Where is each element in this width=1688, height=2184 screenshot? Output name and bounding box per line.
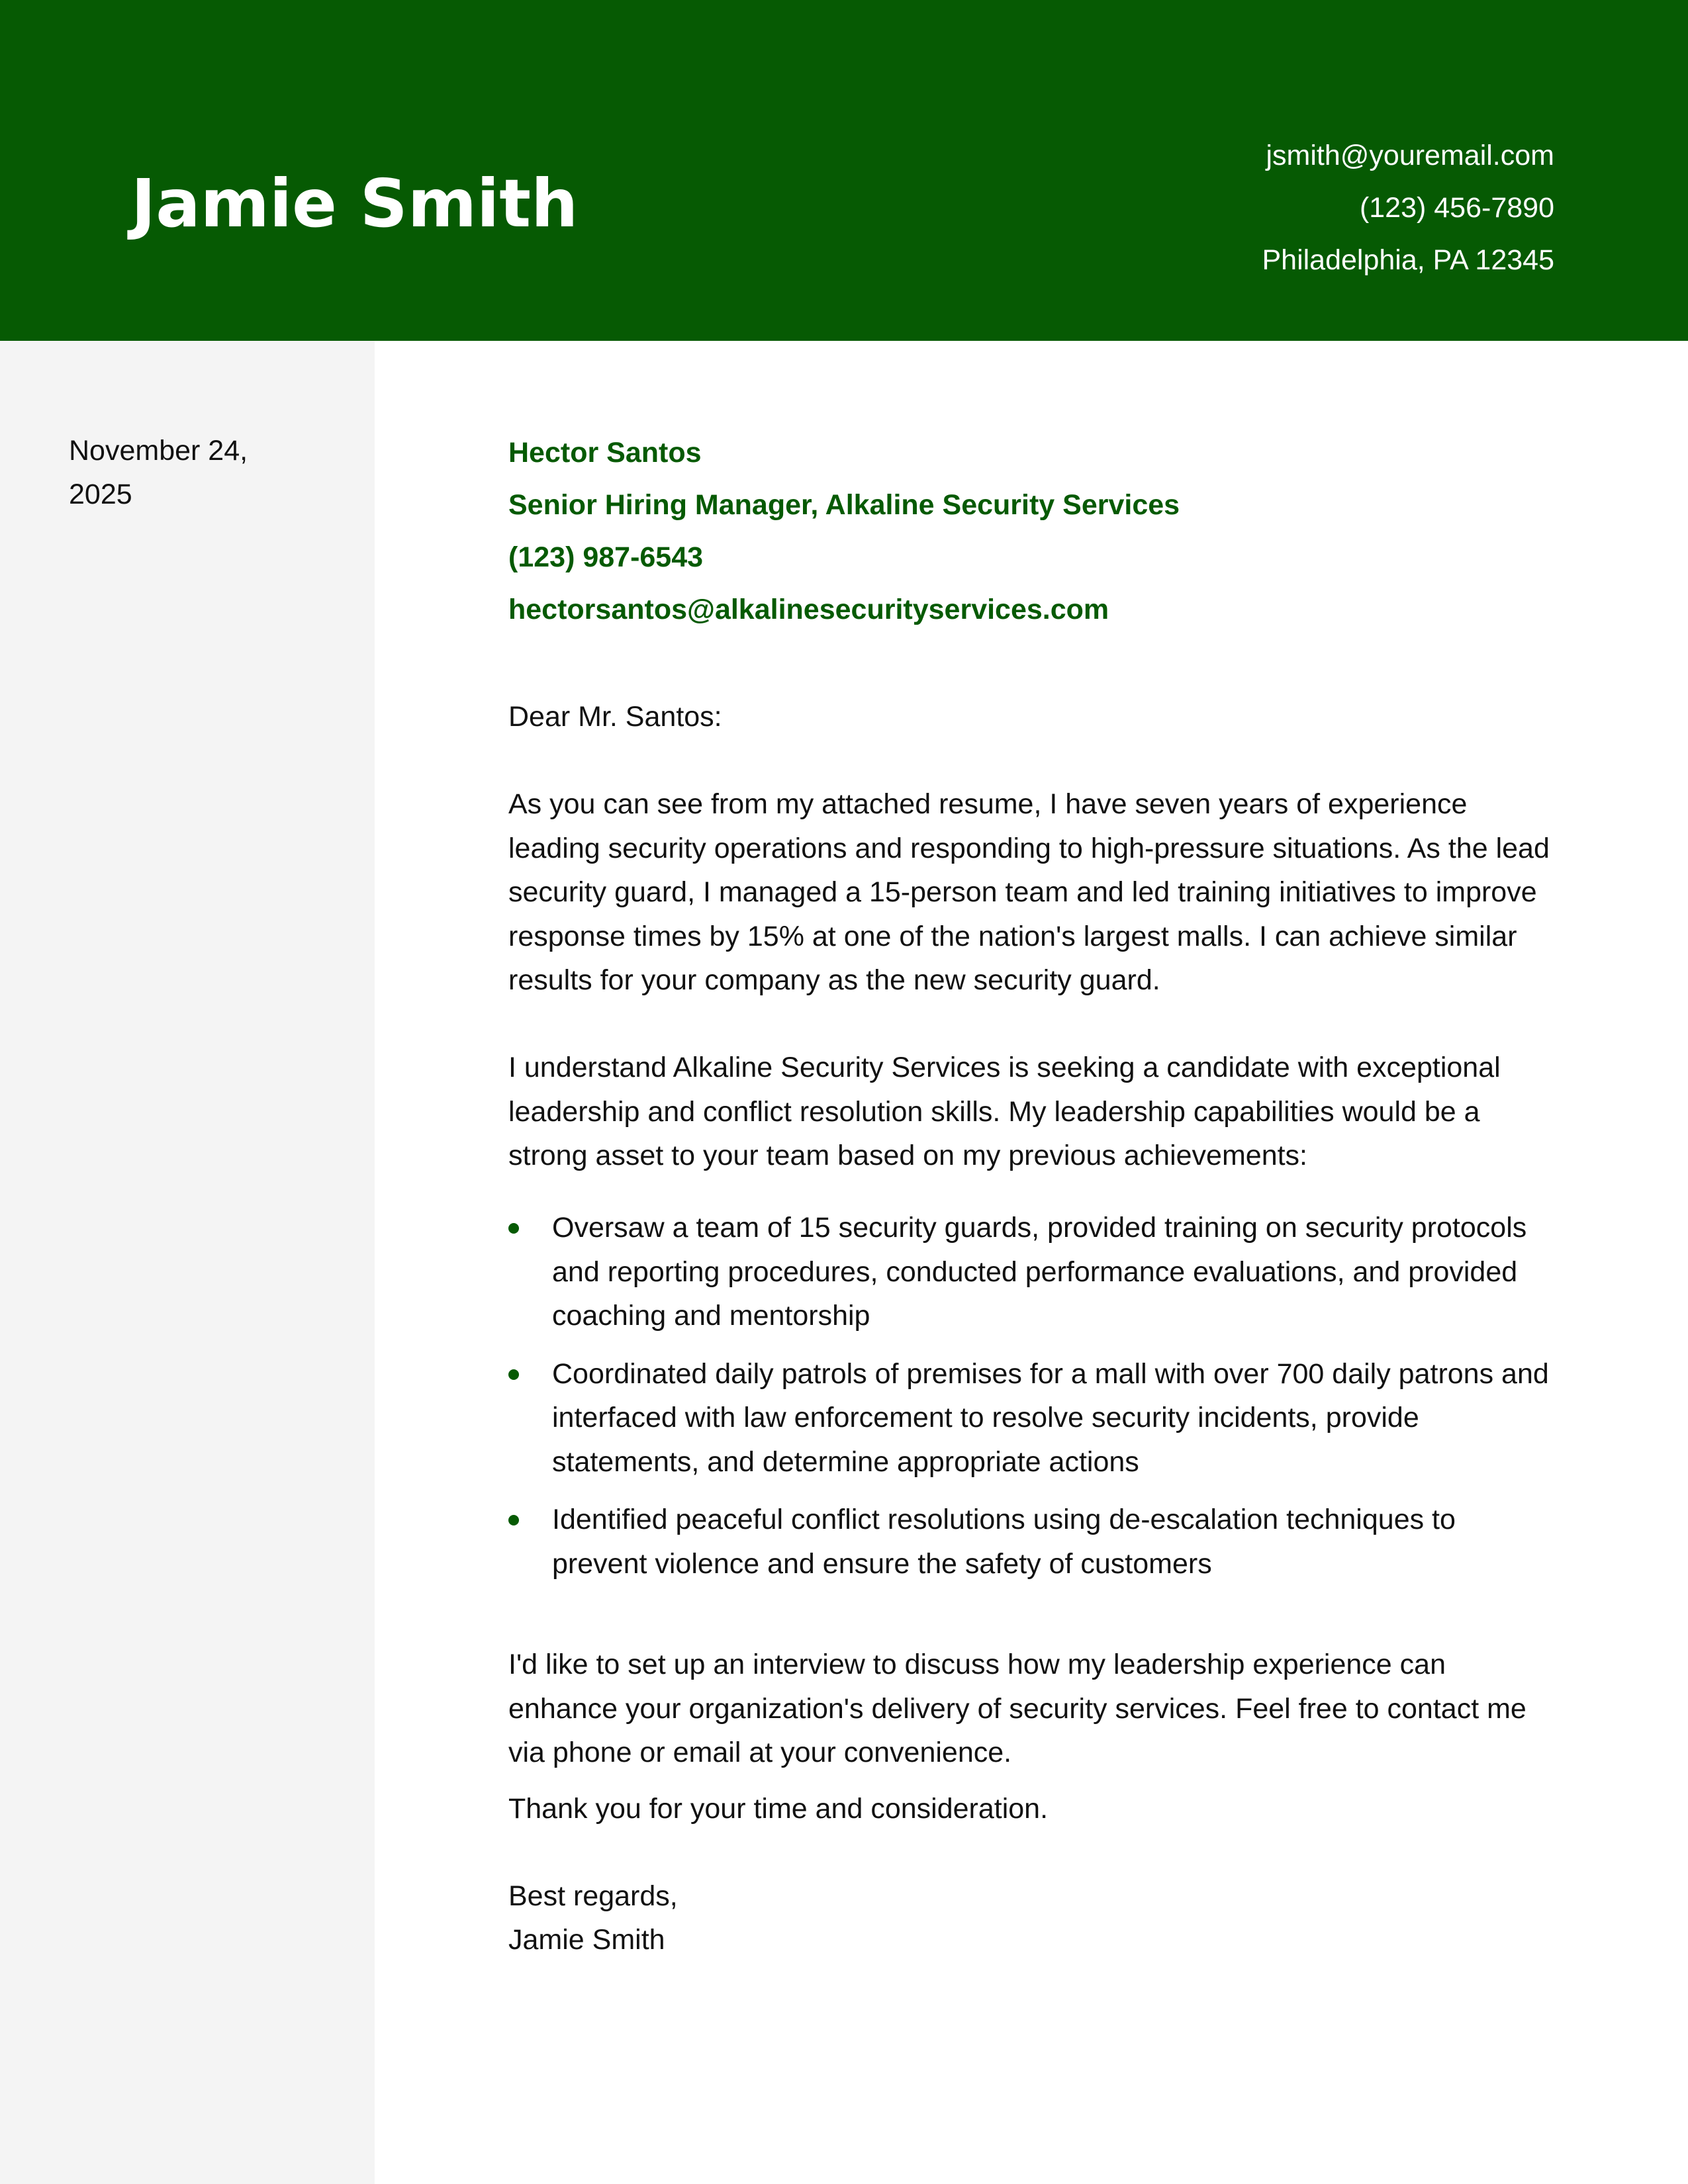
recipient-phone: (123) 987-6543 bbox=[508, 541, 704, 573]
recipient-email: hectorsantos@alkalinesecurityservices.co… bbox=[508, 594, 1109, 625]
recipient-name: Hector Santos bbox=[508, 437, 702, 469]
list-item-text: Coordinated daily patrols of premises fo… bbox=[552, 1357, 1549, 1478]
achievements-list: Oversaw a team of 15 security guards, pr… bbox=[508, 1206, 1554, 1600]
letter-date: November 24, 2025 bbox=[69, 435, 248, 510]
paragraph-interview: I'd like to set up an interview to discu… bbox=[508, 1649, 1526, 1768]
paragraph-intro: As you can see from my attached resume, … bbox=[508, 788, 1550, 996]
recipient-block: Hector Santos Senior Hiring Manager, Alk… bbox=[508, 427, 1180, 636]
applicant-contact: jsmith@youremail.com (123) 456-7890 Phil… bbox=[1262, 130, 1554, 287]
list-item: Oversaw a team of 15 security guards, pr… bbox=[508, 1206, 1554, 1338]
list-item-text: Identified peaceful conflict resolutions… bbox=[552, 1504, 1456, 1580]
header-banner: Jamie Smith jsmith@youremail.com (123) 4… bbox=[0, 0, 1688, 341]
paragraph-thanks: Thank you for your time and consideratio… bbox=[508, 1793, 1049, 1825]
sidebar bbox=[0, 341, 375, 2184]
applicant-email: jsmith@youremail.com bbox=[1266, 140, 1554, 171]
list-item: Identified peaceful conflict resolutions… bbox=[508, 1498, 1554, 1586]
bullet-icon bbox=[508, 1515, 519, 1525]
signature: Jamie Smith bbox=[508, 1924, 665, 1956]
list-item: Coordinated daily patrols of premises fo… bbox=[508, 1352, 1554, 1484]
greeting: Dear Mr. Santos: bbox=[508, 701, 722, 733]
recipient-title: Senior Hiring Manager, Alkaline Security… bbox=[508, 489, 1180, 521]
bullet-icon bbox=[508, 1223, 519, 1234]
bullet-icon bbox=[508, 1369, 519, 1380]
paragraph-qualifications: I understand Alkaline Security Services … bbox=[508, 1052, 1501, 1171]
closing: Best regards, bbox=[508, 1880, 678, 1912]
applicant-phone: (123) 456-7890 bbox=[1359, 192, 1554, 224]
applicant-location: Philadelphia, PA 12345 bbox=[1262, 244, 1554, 276]
applicant-name: Jamie Smith bbox=[131, 165, 579, 242]
signoff: Best regards, Jamie Smith bbox=[508, 1874, 678, 1962]
list-item-text: Oversaw a team of 15 security guards, pr… bbox=[552, 1212, 1527, 1332]
